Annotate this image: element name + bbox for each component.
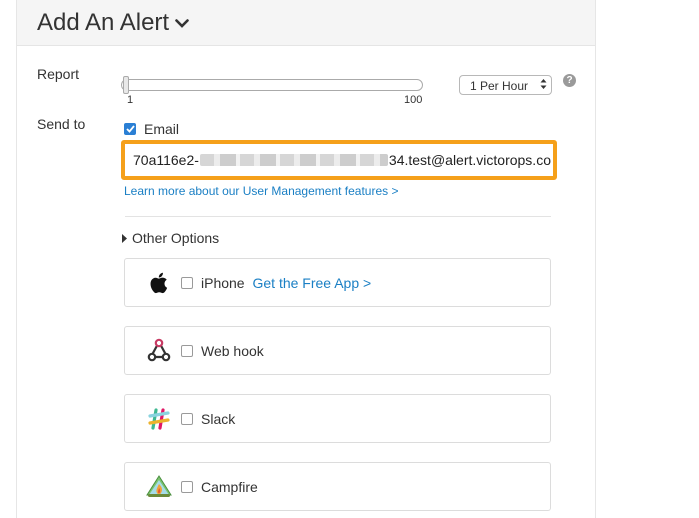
webhook-label: Web hook (201, 343, 264, 359)
email-checkbox[interactable] (124, 123, 136, 135)
send-to-label: Send to (37, 116, 86, 132)
iphone-label: iPhone (201, 275, 245, 291)
other-options-toggle[interactable]: Other Options (122, 230, 219, 246)
iphone-checkbox[interactable] (181, 277, 193, 289)
slack-label: Slack (201, 411, 236, 427)
slider-max-label: 100 (404, 94, 423, 106)
panel-title: Add An Alert (37, 8, 170, 36)
report-label: Report (37, 66, 80, 82)
learn-more-link[interactable]: Learn more about our User Management fea… (124, 184, 399, 198)
option-card-slack: Slack (124, 394, 551, 443)
other-options-label: Other Options (132, 230, 220, 246)
caret-right-icon (122, 230, 127, 246)
slack-icon (145, 405, 173, 433)
frequency-select[interactable]: 1 Per Hour (459, 75, 552, 95)
slack-checkbox[interactable] (181, 413, 193, 425)
slider-handle[interactable] (123, 76, 129, 94)
redacted-blur (199, 154, 388, 166)
select-arrows-icon (540, 78, 547, 93)
email-suffix: 34.test@alert.victorops.co (388, 152, 551, 168)
webhook-icon (145, 337, 173, 365)
slider-min-label: 1 (127, 94, 134, 106)
option-card-iphone: iPhone Get the Free App > (124, 258, 551, 307)
chevron-down-icon[interactable] (175, 16, 189, 34)
campfire-label: Campfire (201, 479, 258, 495)
email-prefix: 70a116e2- (133, 152, 199, 168)
help-icon[interactable]: ? (563, 74, 576, 87)
email-label: Email (144, 121, 180, 137)
divider (125, 216, 551, 217)
iphone-label-row: iPhone Get the Free App > (201, 275, 371, 291)
campfire-icon (145, 473, 173, 501)
get-free-app-link[interactable]: Get the Free App > (252, 275, 371, 291)
add-alert-panel: Add An Alert Report 1 100 1 Per Hour ? S… (16, 0, 596, 518)
slider-track[interactable] (121, 79, 423, 91)
webhook-checkbox[interactable] (181, 345, 193, 357)
checkmark-icon (125, 125, 135, 133)
campfire-checkbox[interactable] (181, 481, 193, 493)
apple-icon (145, 269, 173, 297)
email-field[interactable]: 70a116e2- 34.test@alert.victorops.co (121, 140, 557, 180)
option-card-campfire: Campfire (124, 462, 551, 511)
frequency-select-value: 1 Per Hour (470, 79, 529, 93)
option-card-webhook: Web hook (124, 326, 551, 375)
panel-header[interactable]: Add An Alert (17, 0, 595, 46)
